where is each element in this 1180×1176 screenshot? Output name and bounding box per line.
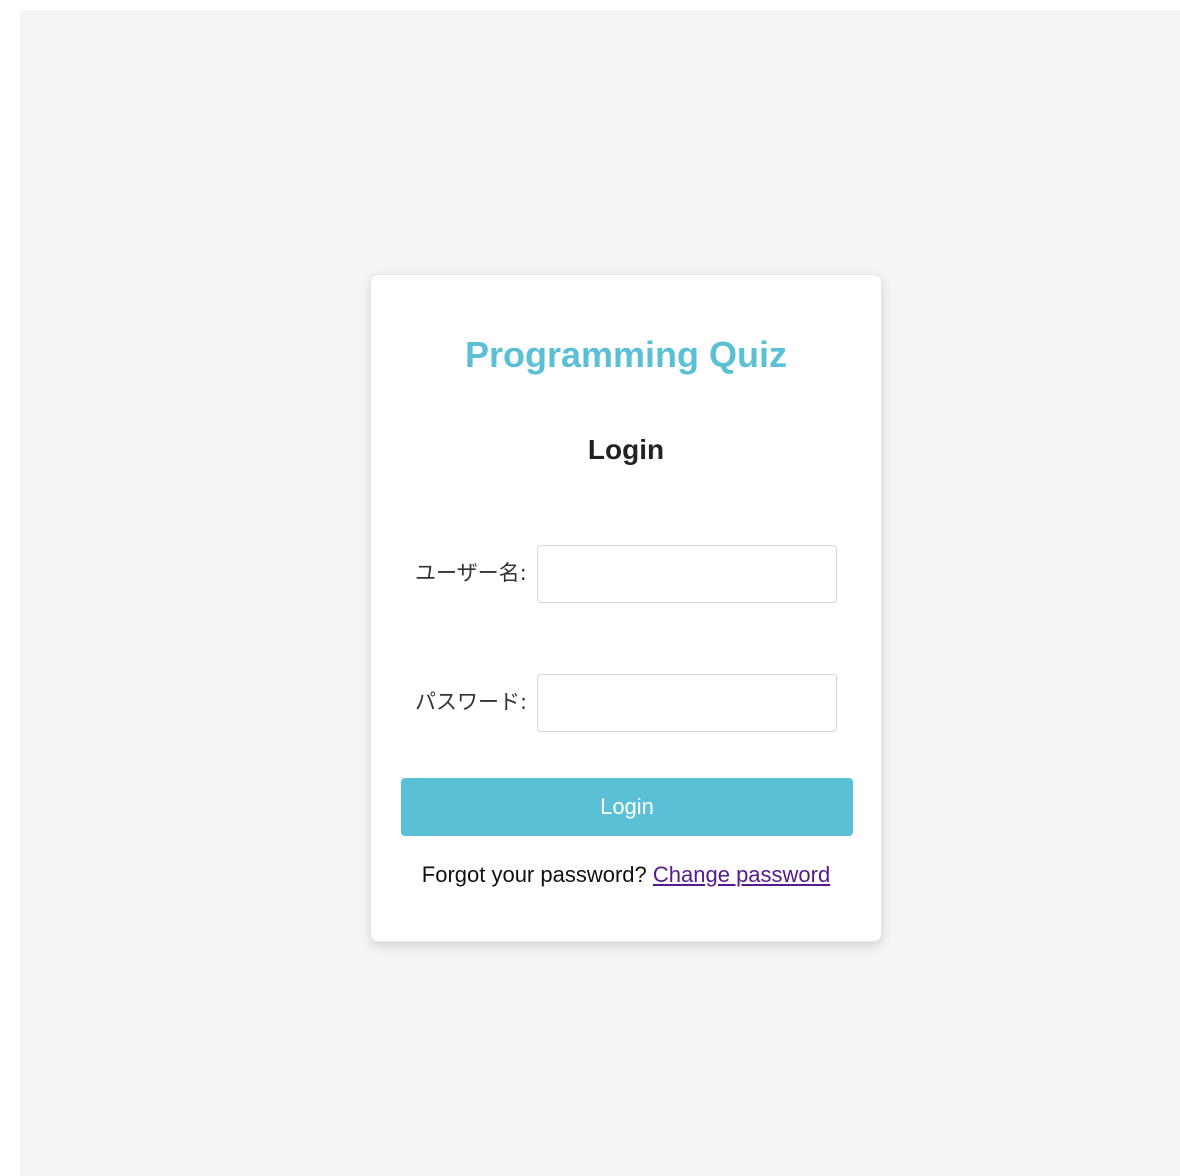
login-button[interactable]: Login [401, 778, 853, 836]
page-background: Programming Quiz Login ユーザー名: パスワード: Log… [20, 10, 1180, 1176]
username-input[interactable] [537, 545, 837, 603]
login-card: Programming Quiz Login ユーザー名: パスワード: Log… [370, 274, 882, 942]
change-password-link[interactable]: Change password [653, 862, 830, 887]
forgot-password-text: Forgot your password? [421, 862, 647, 887]
username-label: ユーザー名: [415, 561, 527, 585]
password-input[interactable] [537, 674, 837, 732]
app-title: Programming Quiz [464, 334, 788, 375]
forgot-password-row: Forgot your password? Change password [371, 861, 881, 889]
password-label: パスワード: [415, 690, 528, 714]
login-heading: Login [587, 434, 665, 465]
